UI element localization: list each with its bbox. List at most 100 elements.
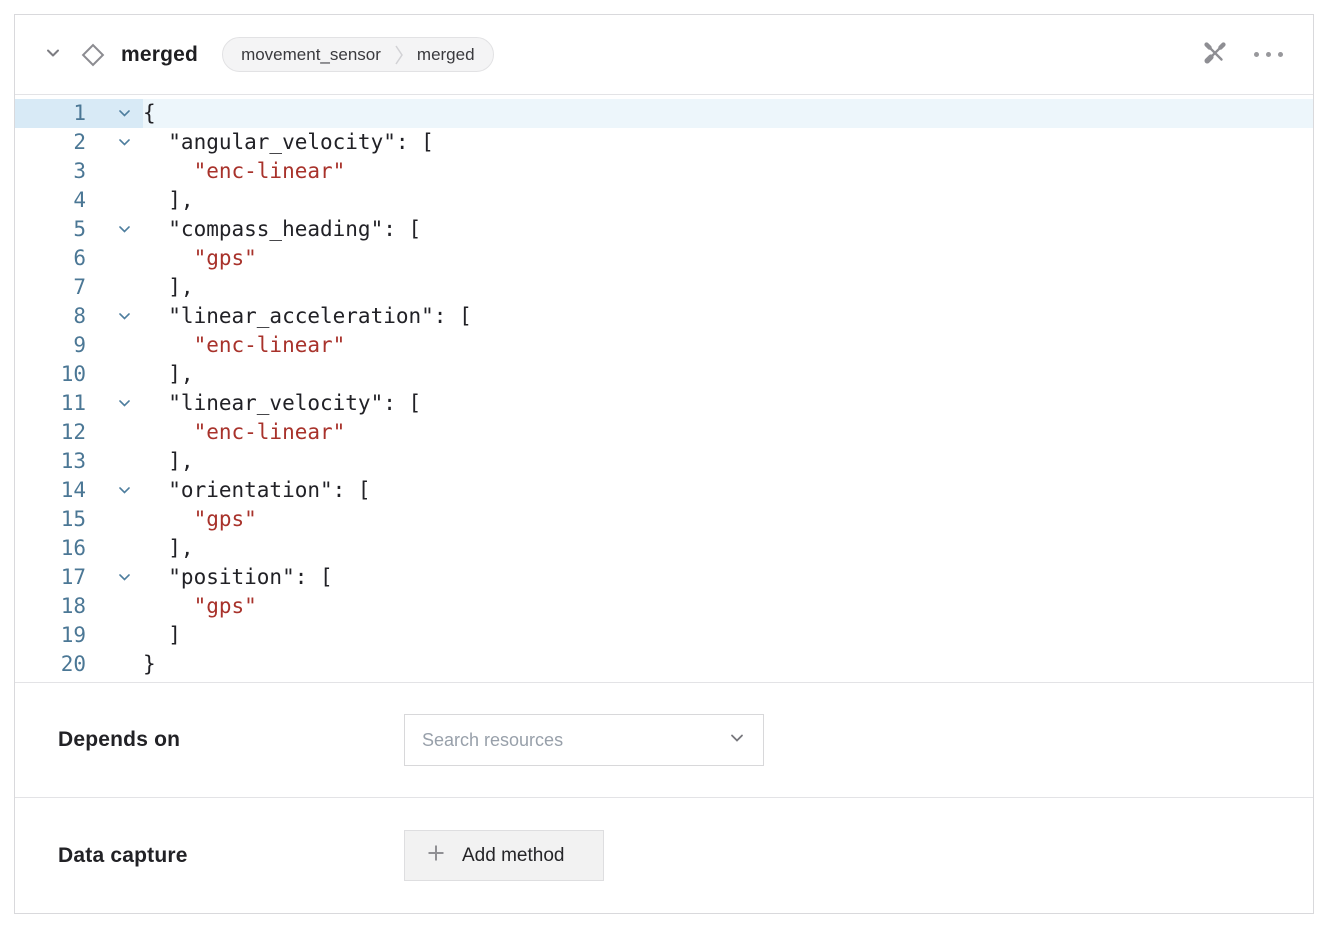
code-line: 3 "enc-linear": [15, 157, 1313, 186]
code-line: 8 "linear_acceleration": [: [15, 302, 1313, 331]
chevron-down-icon: [44, 44, 62, 65]
line-number: 12: [15, 418, 86, 447]
code-text: "linear_velocity": [: [143, 389, 1313, 418]
fold-gutter: [86, 331, 143, 360]
breadcrumb-type: movement_sensor: [241, 45, 381, 65]
line-number: 13: [15, 447, 86, 476]
code-text: "position": [: [143, 563, 1313, 592]
code-line: 13 ],: [15, 447, 1313, 476]
code-line: 17 "position": [: [15, 563, 1313, 592]
chevron-down-icon: [729, 730, 745, 751]
depends-on-select[interactable]: [404, 714, 764, 766]
line-number: 20: [15, 650, 86, 679]
code-line: 15 "gps": [15, 505, 1313, 534]
code-line: 16 ],: [15, 534, 1313, 563]
wrench-screwdriver-icon: [1202, 40, 1228, 69]
code-text: ],: [143, 447, 1313, 476]
code-text: "enc-linear": [143, 418, 1313, 447]
code-text: {: [143, 99, 1313, 128]
line-number: 11: [15, 389, 86, 418]
line-number: 15: [15, 505, 86, 534]
code-text: "compass_heading": [: [143, 215, 1313, 244]
fold-gutter: [86, 621, 143, 650]
code-line: 20}: [15, 650, 1313, 679]
line-number: 3: [15, 157, 86, 186]
code-line: 5 "compass_heading": [: [15, 215, 1313, 244]
code-line: 11 "linear_velocity": [: [15, 389, 1313, 418]
line-number: 1: [15, 99, 86, 128]
component-card: merged movement_sensor merged: [14, 14, 1314, 914]
depends-on-section: Depends on: [15, 683, 1313, 797]
json-editor[interactable]: 1{2 "angular_velocity": [3 "enc-linear"4…: [15, 95, 1313, 683]
line-number: 18: [15, 592, 86, 621]
code-line: 12 "enc-linear": [15, 418, 1313, 447]
tools-button[interactable]: [1198, 36, 1232, 73]
code-text: "linear_acceleration": [: [143, 302, 1313, 331]
code-text: ],: [143, 360, 1313, 389]
fold-toggle-chevron-icon[interactable]: [86, 128, 143, 157]
fold-toggle-chevron-icon[interactable]: [86, 99, 143, 128]
fold-gutter: [86, 592, 143, 621]
code-text: "angular_velocity": [: [143, 128, 1313, 157]
fold-toggle-chevron-icon[interactable]: [86, 215, 143, 244]
fold-toggle-chevron-icon[interactable]: [86, 389, 143, 418]
fold-gutter: [86, 244, 143, 273]
line-number: 2: [15, 128, 86, 157]
code-line: 14 "orientation": [: [15, 476, 1313, 505]
code-text: "enc-linear": [143, 331, 1313, 360]
data-capture-section: Data capture Add method: [15, 797, 1313, 913]
collapse-button[interactable]: [42, 42, 64, 67]
code-text: ]: [143, 621, 1313, 650]
ellipsis-icon: [1254, 52, 1283, 57]
line-number: 8: [15, 302, 86, 331]
code-line: 10 ],: [15, 360, 1313, 389]
line-number: 10: [15, 360, 86, 389]
line-number: 14: [15, 476, 86, 505]
component-diamond-icon: [78, 40, 108, 70]
code-line: 7 ],: [15, 273, 1313, 302]
line-number: 5: [15, 215, 86, 244]
more-menu-button[interactable]: [1250, 48, 1287, 61]
code-line: 2 "angular_velocity": [: [15, 128, 1313, 157]
fold-gutter: [86, 534, 143, 563]
component-title: merged: [121, 43, 198, 67]
code-text: "enc-linear": [143, 157, 1313, 186]
line-number: 7: [15, 273, 86, 302]
data-capture-label: Data capture: [58, 844, 404, 868]
fold-gutter: [86, 650, 143, 679]
chevron-right-icon: [394, 44, 404, 66]
fold-gutter: [86, 360, 143, 389]
fold-gutter: [86, 418, 143, 447]
breadcrumb: movement_sensor merged: [222, 37, 493, 72]
fold-gutter: [86, 157, 143, 186]
fold-toggle-chevron-icon[interactable]: [86, 302, 143, 331]
fold-gutter: [86, 447, 143, 476]
line-number: 17: [15, 563, 86, 592]
code-text: "orientation": [: [143, 476, 1313, 505]
code-text: "gps": [143, 505, 1313, 534]
line-number: 9: [15, 331, 86, 360]
code-text: }: [143, 650, 1313, 679]
code-line: 9 "enc-linear": [15, 331, 1313, 360]
breadcrumb-model: merged: [417, 45, 475, 65]
fold-gutter: [86, 505, 143, 534]
code-text: ],: [143, 186, 1313, 215]
fold-gutter: [86, 273, 143, 302]
fold-toggle-chevron-icon[interactable]: [86, 476, 143, 505]
line-number: 4: [15, 186, 86, 215]
code-text: "gps": [143, 592, 1313, 621]
depends-on-label: Depends on: [58, 728, 404, 752]
code-line: 18 "gps": [15, 592, 1313, 621]
line-number: 16: [15, 534, 86, 563]
add-method-button[interactable]: Add method: [404, 830, 604, 881]
code-text: "gps": [143, 244, 1313, 273]
line-number: 19: [15, 621, 86, 650]
code-line: 4 ],: [15, 186, 1313, 215]
line-number: 6: [15, 244, 86, 273]
code-text: ],: [143, 534, 1313, 563]
code-text: ],: [143, 273, 1313, 302]
code-line: 19 ]: [15, 621, 1313, 650]
search-resources-input[interactable]: [420, 729, 729, 752]
fold-toggle-chevron-icon[interactable]: [86, 563, 143, 592]
add-method-label: Add method: [462, 845, 564, 867]
